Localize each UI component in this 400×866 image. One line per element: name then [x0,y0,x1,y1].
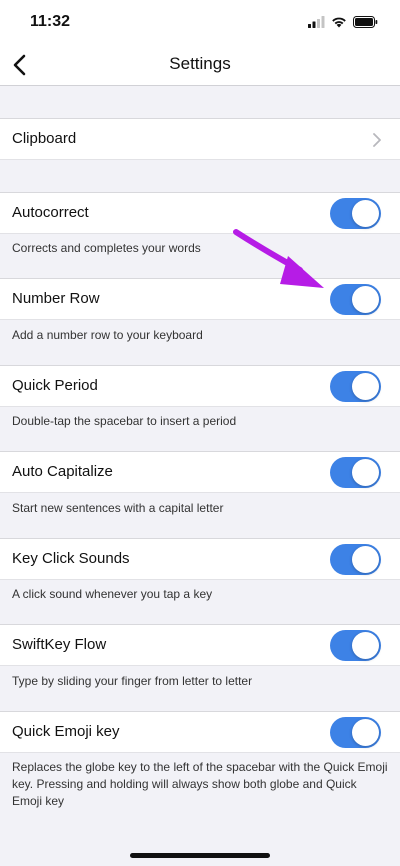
quick-emoji-key-row: Quick Emoji key [0,711,400,753]
autocorrect-label: Autocorrect [12,204,89,221]
number-row-row: Number Row [0,278,400,320]
clipboard-row[interactable]: Clipboard [0,118,400,160]
key-click-sounds-toggle[interactable] [330,544,381,575]
auto-capitalize-toggle[interactable] [330,457,381,488]
auto-capitalize-description: Start new sentences with a capital lette… [12,501,224,515]
chevron-right-icon [373,133,381,147]
autocorrect-description: Corrects and completes your words [12,241,201,255]
swiftkey-flow-label: SwiftKey Flow [12,636,107,653]
auto-capitalize-label: Auto Capitalize [12,463,113,480]
toggle-knob [352,286,379,313]
key-click-sounds-description: A click sound whenever you tap a key [12,587,213,601]
nav-bar: Settings [0,44,400,86]
key-click-sounds-row: Key Click Sounds [0,538,400,580]
annotation-arrow-icon [233,229,324,288]
signal-icon [308,16,325,28]
toggle-knob [352,459,379,486]
swiftkey-flow-description: Type by sliding your finger from letter … [12,674,253,688]
page-title: Settings [169,54,231,73]
quick-emoji-key-description: Replaces the globe key to the left of th… [12,760,388,808]
quick-period-toggle[interactable] [330,371,381,402]
quick-period-label: Quick Period [12,377,98,394]
auto-capitalize-row: Auto Capitalize [0,451,400,493]
swiftkey-flow-row: SwiftKey Flow [0,624,400,666]
toggle-knob [352,200,379,227]
number-row-description: Add a number row to your keyboard [12,328,203,342]
number-row-toggle[interactable] [330,284,381,315]
wifi-icon [332,17,346,28]
status-icons [308,15,378,29]
quick-period-description: Double-tap the spacebar to insert a peri… [12,414,237,428]
swiftkey-flow-toggle[interactable] [330,630,381,661]
home-indicator [130,853,270,858]
toggle-knob [352,719,379,746]
toggle-knob [352,373,379,400]
toggle-knob [352,546,379,573]
quick-emoji-key-toggle[interactable] [330,717,381,748]
status-bar: 11:32 [0,0,400,44]
autocorrect-toggle[interactable] [330,198,381,229]
key-click-sounds-label: Key Click Sounds [12,550,130,567]
clipboard-label: Clipboard [12,130,77,147]
toggle-knob [352,632,379,659]
number-row-label: Number Row [12,290,100,307]
quick-period-row: Quick Period [0,365,400,407]
autocorrect-row: Autocorrect [0,192,400,234]
battery-icon [353,16,378,28]
status-time: 11:32 [30,13,71,30]
quick-emoji-key-label: Quick Emoji key [12,723,120,740]
